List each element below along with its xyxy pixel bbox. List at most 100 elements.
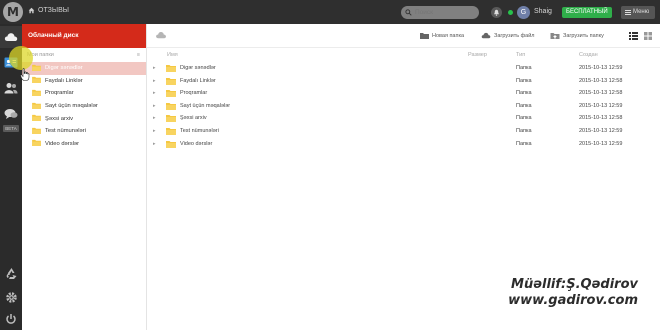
online-status-dot — [508, 10, 513, 15]
sidebar-folder-item[interactable]: Video dərslər — [22, 138, 146, 151]
gear-icon — [5, 291, 17, 303]
folder-icon — [32, 89, 41, 96]
folder-icon-wrap — [166, 89, 176, 99]
row-created: 2015-10-13 12:58 — [579, 90, 623, 97]
row-type: Папка — [516, 140, 532, 147]
folder-label: Faydalı Linklər — [45, 77, 83, 84]
folder-icon — [166, 140, 176, 148]
row-name[interactable]: Digər sənədlər — [180, 65, 216, 71]
folder-icon-wrap — [166, 102, 176, 112]
folder-list: Digər sənədlər Faydalı Linklər Proqramlar S… — [22, 62, 146, 150]
folder-label: Proqramlar — [45, 90, 74, 97]
row-type: Папка — [516, 90, 532, 97]
sidebar-folder-item[interactable]: Faydalı Linklər — [22, 75, 146, 88]
hand-cursor-icon — [20, 68, 30, 81]
table-row[interactable]: ▸ Test nümunələri Папка 2015-10-13 12:59 — [147, 125, 660, 138]
table-row[interactable]: ▸ Faydalı Linklər Папка 2015-10-13 12:58 — [147, 75, 660, 88]
power-icon — [6, 314, 16, 324]
row-name[interactable]: Faydalı Linklər — [180, 78, 216, 84]
cloud-icon — [4, 33, 18, 41]
sidebar-folder-item[interactable]: Proqramlar — [22, 87, 146, 100]
upload-cloud-icon — [481, 32, 491, 39]
folder-icon-wrap — [32, 127, 41, 136]
expand-arrow-icon[interactable]: ▸ — [153, 141, 156, 147]
row-name[interactable]: Sayt üçün məqalələr — [180, 103, 230, 109]
reviews-link[interactable]: ОТЗЫВЫ — [28, 7, 69, 14]
avatar[interactable]: G — [517, 6, 530, 19]
table-row[interactable]: ▸ Proqramlar Папка 2015-10-13 12:58 — [147, 87, 660, 100]
rail-settings-button[interactable] — [0, 286, 22, 308]
rail-recycle-button[interactable] — [0, 262, 22, 284]
top-bar: M ОТЗЫВЫ G Shaig БЕСПЛАТНЫЙ Меню — [0, 0, 660, 24]
expand-arrow-icon[interactable]: ▸ — [153, 65, 156, 71]
row-type: Папка — [516, 102, 532, 109]
row-created: 2015-10-13 12:59 — [579, 65, 623, 71]
expand-arrow-icon[interactable]: ▸ — [153, 78, 156, 84]
rail-people-button[interactable] — [0, 77, 22, 99]
search-input[interactable] — [401, 6, 479, 19]
expand-arrow-icon[interactable]: ▸ — [153, 103, 156, 109]
folder-icon-wrap — [32, 139, 41, 148]
sidebar-folder-item[interactable]: Şəxsi arxiv — [22, 112, 146, 125]
row-name[interactable]: Proqramlar — [180, 90, 207, 96]
sidebar-folder-item[interactable]: Sayt üçün məqalələr — [22, 100, 146, 113]
folder-icon — [166, 90, 176, 98]
recycle-icon — [6, 267, 16, 279]
expand-arrow-icon[interactable]: ▸ — [153, 128, 156, 134]
rail-chat-button[interactable] — [0, 103, 22, 125]
notifications-button[interactable] — [491, 7, 502, 18]
table-row[interactable]: ▸ Şəxsi arxiv Папка 2015-10-13 12:58 — [147, 112, 660, 125]
website-line: www.gadirov.com — [508, 293, 638, 308]
sidebar-folder-item[interactable]: Digər sənədlər — [22, 62, 146, 75]
search-icon — [405, 9, 412, 16]
table-body: ▸ Digər sənədlər Папка 2015-10-13 12:59 ▸ Fay… — [147, 62, 660, 150]
menu-label: Меню — [633, 9, 650, 15]
folder-icon — [32, 77, 41, 84]
app-logo[interactable]: M — [3, 2, 23, 22]
table-header: Имя Размер Тип Создан — [147, 48, 660, 62]
folder-icon-wrap — [32, 64, 41, 73]
col-created[interactable]: Создан — [579, 52, 598, 58]
rail-logout-button[interactable] — [0, 308, 22, 330]
row-name[interactable]: Test nümunələri — [180, 128, 219, 134]
beta-badge: BETA — [3, 125, 19, 132]
folder-icon — [166, 115, 176, 123]
folder-icon — [166, 127, 176, 135]
folder-icon-wrap — [166, 77, 176, 87]
col-size[interactable]: Размер — [468, 52, 487, 58]
list-view-icon[interactable] — [629, 32, 638, 40]
username[interactable]: Shaig — [534, 8, 552, 15]
row-name[interactable]: Video dərslər — [180, 141, 212, 147]
upload-folder-button[interactable]: Загрузить папку — [550, 32, 604, 39]
folder-icon-wrap — [166, 140, 176, 150]
row-created: 2015-10-13 12:58 — [579, 77, 623, 84]
sidebar-folder-item[interactable]: Test nümunələri — [22, 125, 146, 138]
grid-view-icon[interactable] — [644, 32, 652, 40]
plan-badge[interactable]: БЕСПЛАТНЫЙ — [562, 7, 612, 18]
upload-file-label: Загрузить файл — [494, 32, 535, 39]
rail-cloud-button[interactable] — [0, 26, 22, 48]
table-row[interactable]: ▸ Digər sənədlər Папка 2015-10-13 12:59 — [147, 62, 660, 75]
col-name[interactable]: Имя — [167, 52, 178, 58]
upload-folder-icon — [550, 33, 560, 39]
row-type: Папка — [516, 65, 532, 71]
col-type[interactable]: Тип — [516, 52, 525, 58]
upload-folder-label: Загрузить папку — [563, 32, 604, 39]
folder-label: Şəxsi arxiv — [45, 115, 74, 122]
row-name[interactable]: Şəxsi arxiv — [180, 115, 207, 121]
folder-label: Digər sənədlər — [45, 65, 83, 72]
table-row[interactable]: ▸ Video dərslər Папка 2015-10-13 12:59 — [147, 138, 660, 151]
my-folders-header: Мои папки ≡ — [22, 48, 146, 62]
new-folder-button[interactable]: Новая папка — [420, 32, 464, 39]
folder-icon — [32, 127, 41, 134]
sort-icon[interactable]: ≡ — [137, 52, 140, 58]
toolbar: Новая папка Загрузить файл Загрузить пап… — [147, 24, 660, 48]
expand-arrow-icon[interactable]: ▸ — [153, 115, 156, 121]
folder-icon-wrap — [32, 114, 41, 123]
expand-arrow-icon[interactable]: ▸ — [153, 90, 156, 96]
menu-button[interactable]: Меню — [621, 6, 655, 19]
row-created: 2015-10-13 12:59 — [579, 127, 623, 134]
new-folder-label: Новая папка — [432, 32, 465, 39]
upload-file-button[interactable]: Загрузить файл — [481, 32, 535, 39]
table-row[interactable]: ▸ Sayt üçün məqalələr Папка 2015-10-13 12:5… — [147, 100, 660, 113]
